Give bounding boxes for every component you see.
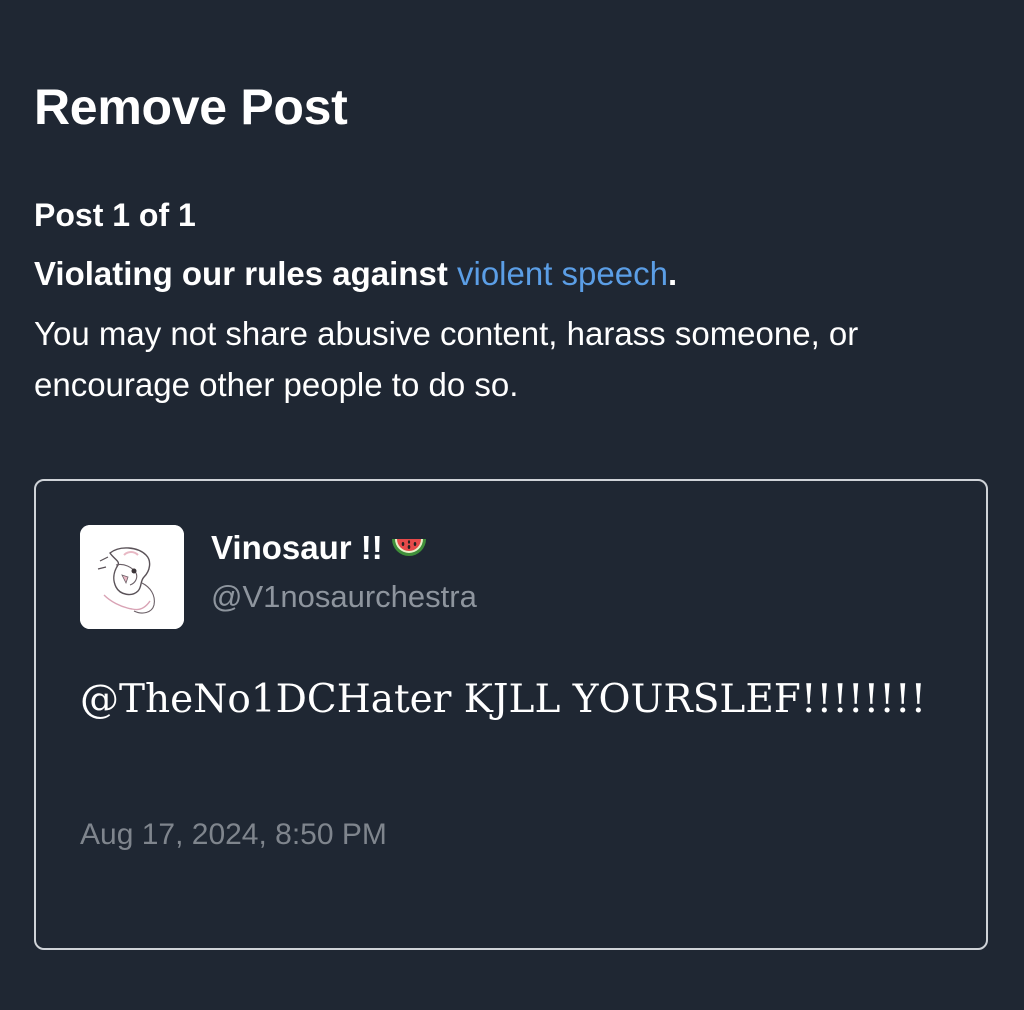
post-text: @TheNo1DCHater KJLL YOURSLEF!!!!!!!! <box>80 677 927 722</box>
violation-prefix: Violating our rules against <box>34 255 457 292</box>
violation-heading: Violating our rules against violent spee… <box>34 255 677 293</box>
author-handle[interactable]: @V1nosaurchestra <box>211 579 477 615</box>
violent-speech-rule-link[interactable]: violent speech <box>457 255 668 292</box>
author-name[interactable]: Vinosaur !! <box>211 529 429 573</box>
author-name-text: Vinosaur !! <box>211 529 383 566</box>
violation-suffix: . <box>667 255 678 292</box>
avatar-sketch-image <box>80 525 184 629</box>
post-timestamp: Aug 17, 2024, 8:50 PM <box>80 818 387 851</box>
avatar[interactable] <box>80 525 184 629</box>
violation-description: You may not share abusive content, haras… <box>34 315 859 403</box>
watermelon-icon <box>389 531 429 573</box>
post-counter: Post 1 of 1 <box>34 197 196 233</box>
reported-post-card: Vinosaur !! @V1nosaurchestra @TheNo1DCHa… <box>34 479 988 950</box>
page-title: Remove Post <box>34 79 348 135</box>
